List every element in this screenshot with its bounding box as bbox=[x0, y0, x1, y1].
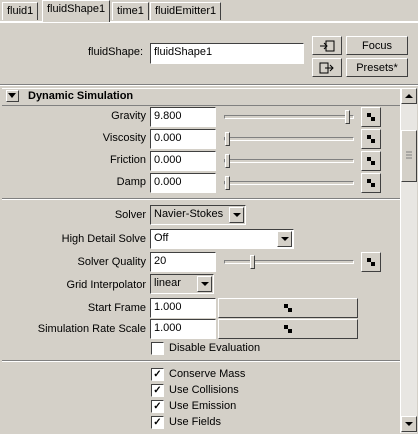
damp-map-button[interactable] bbox=[361, 173, 381, 193]
presets-button[interactable]: Presets* bbox=[346, 58, 408, 77]
viscosity-slider-knob[interactable] bbox=[225, 132, 230, 146]
solver-label: Solver bbox=[114, 209, 146, 221]
use-collisions-label: Use Collisions bbox=[169, 384, 239, 396]
viscosity-slider-track[interactable] bbox=[224, 137, 354, 141]
scroll-up-button[interactable] bbox=[401, 88, 417, 104]
gravity-slider-track[interactable] bbox=[224, 115, 354, 119]
select-node-button[interactable] bbox=[312, 36, 342, 55]
scroll-down-button[interactable] bbox=[401, 416, 417, 432]
conserve-mass-checkbox[interactable]: ✓ bbox=[151, 368, 164, 381]
solver-quality-slider-track[interactable] bbox=[224, 260, 354, 264]
scroll-thumb[interactable] bbox=[401, 130, 417, 182]
section-title: Dynamic Simulation bbox=[28, 90, 134, 102]
checker-icon bbox=[367, 258, 375, 266]
friction-slider-knob[interactable] bbox=[225, 154, 230, 168]
solver-value: Navier-Stokes bbox=[154, 208, 224, 220]
friction-map-button[interactable] bbox=[361, 151, 381, 171]
conserve-mass-label: Conserve Mass bbox=[169, 368, 246, 380]
output-arrow-icon bbox=[319, 62, 334, 74]
grip-icon bbox=[406, 151, 412, 159]
solver-quality-field[interactable]: 20 bbox=[150, 252, 216, 272]
damp-slider-track[interactable] bbox=[224, 181, 354, 185]
friction-label: Friction bbox=[109, 154, 146, 166]
output-node-button[interactable] bbox=[312, 58, 342, 77]
gravity-slider-knob[interactable] bbox=[345, 110, 350, 124]
start-frame-label: Start Frame bbox=[87, 302, 146, 314]
viscosity-map-button[interactable] bbox=[361, 129, 381, 149]
high-detail-solve-label: High Detail Solve bbox=[61, 233, 146, 245]
friction-slider-track[interactable] bbox=[224, 159, 354, 163]
vertical-scrollbar[interactable] bbox=[400, 88, 417, 433]
friction-field[interactable]: 0.000 bbox=[150, 151, 216, 171]
simulation-rate-scale-map-button[interactable] bbox=[218, 319, 358, 339]
grid-interpolator-label: Grid Interpolator bbox=[66, 279, 146, 291]
focus-button[interactable]: Focus bbox=[346, 36, 408, 55]
use-fields-checkbox[interactable]: ✓ bbox=[151, 416, 164, 429]
arrow-up-icon bbox=[405, 94, 413, 98]
tab-fluid1[interactable]: fluid1 bbox=[2, 2, 39, 20]
grid-interpolator-dropdown[interactable]: linear bbox=[150, 274, 214, 294]
checker-icon bbox=[284, 304, 292, 312]
gravity-field[interactable]: 9.800 bbox=[150, 107, 216, 127]
gravity-map-button[interactable] bbox=[361, 107, 381, 127]
collapse-section-button[interactable] bbox=[6, 90, 19, 102]
header-divider bbox=[0, 84, 418, 86]
gravity-label: Gravity bbox=[111, 110, 146, 122]
simulation-rate-scale-label: Simulation Rate Scale bbox=[37, 323, 146, 335]
chevron-down-icon bbox=[277, 231, 292, 247]
solver-quality-label: Solver Quality bbox=[77, 256, 146, 268]
solver-quality-map-button[interactable] bbox=[361, 252, 381, 272]
chevron-down-icon bbox=[229, 207, 244, 223]
group-divider bbox=[2, 198, 400, 200]
grid-interpolator-value: linear bbox=[154, 277, 181, 289]
checker-icon bbox=[367, 157, 375, 165]
input-arrow-icon bbox=[320, 40, 335, 52]
tab-time1[interactable]: time1 bbox=[112, 2, 149, 20]
viscosity-label: Viscosity bbox=[102, 132, 146, 144]
start-frame-field[interactable]: 1.000 bbox=[150, 298, 216, 318]
simulation-rate-scale-field[interactable]: 1.000 bbox=[150, 319, 216, 339]
damp-field[interactable]: 0.000 bbox=[150, 173, 216, 193]
damp-slider-knob[interactable] bbox=[225, 176, 230, 190]
use-emission-label: Use Emission bbox=[169, 400, 237, 412]
arrow-down-icon bbox=[405, 422, 413, 426]
fluid-shape-name-field[interactable]: fluidShape1 bbox=[150, 43, 304, 64]
viscosity-field[interactable]: 0.000 bbox=[150, 129, 216, 149]
high-detail-solve-value: Off bbox=[154, 232, 169, 244]
tab-fluidemitter1[interactable]: fluidEmitter1 bbox=[150, 2, 222, 20]
group-divider-2 bbox=[2, 360, 400, 362]
checker-icon bbox=[367, 113, 375, 121]
triangle-down-icon bbox=[8, 93, 16, 98]
use-fields-label: Use Fields bbox=[169, 416, 221, 428]
checker-icon bbox=[367, 135, 375, 143]
tab-bar: fluid1 fluidShape1 time1 fluidEmitter1 bbox=[0, 0, 418, 22]
checker-icon bbox=[367, 179, 375, 187]
solver-quality-slider-knob[interactable] bbox=[250, 255, 255, 269]
tab-fluidshape1[interactable]: fluidShape1 bbox=[42, 0, 111, 22]
fluid-shape-label: fluidShape: bbox=[88, 46, 144, 58]
disable-evaluation-label: Disable Evaluation bbox=[169, 342, 261, 354]
checker-icon bbox=[284, 325, 292, 333]
use-collisions-checkbox[interactable]: ✓ bbox=[151, 384, 164, 397]
use-emission-checkbox[interactable]: ✓ bbox=[151, 400, 164, 413]
chevron-down-icon bbox=[197, 276, 212, 292]
solver-dropdown[interactable]: Navier-Stokes bbox=[150, 205, 246, 225]
disable-evaluation-checkbox[interactable] bbox=[151, 342, 164, 355]
start-frame-map-button[interactable] bbox=[218, 298, 358, 318]
damp-label: Damp bbox=[116, 176, 146, 188]
high-detail-solve-dropdown[interactable]: Off bbox=[150, 229, 294, 249]
